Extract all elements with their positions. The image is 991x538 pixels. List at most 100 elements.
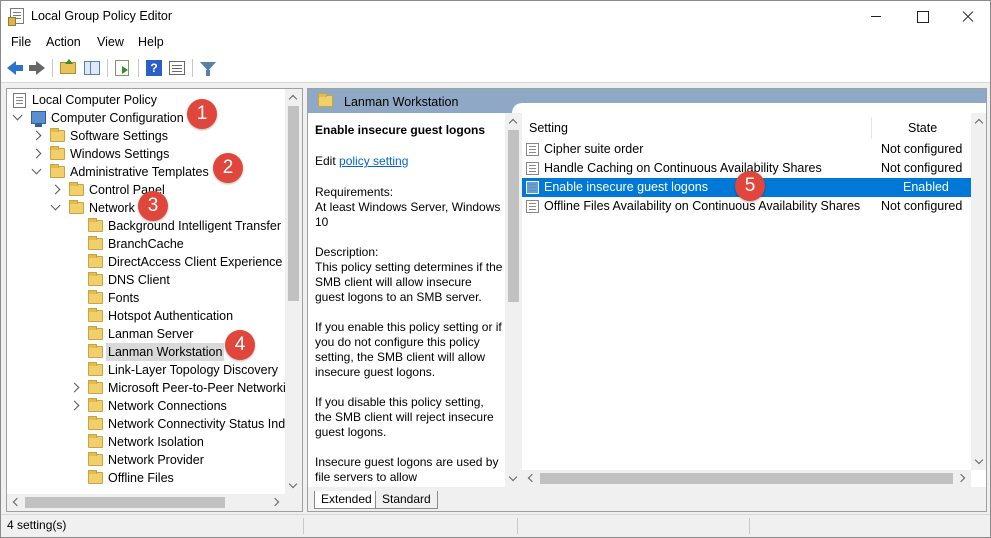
scroll-up-icon[interactable] — [505, 113, 522, 130]
forward-icon[interactable] — [28, 59, 46, 77]
scroll-down-icon[interactable] — [505, 470, 522, 487]
folder-icon — [88, 470, 103, 484]
folder-icon — [88, 218, 103, 232]
main-window: Local Group Policy Editor File Action Vi… — [0, 0, 991, 538]
menu-view[interactable]: View — [97, 35, 124, 49]
chevron-right-icon[interactable] — [69, 400, 80, 411]
show-hide-tree-icon[interactable] — [84, 61, 100, 75]
folder-icon — [88, 272, 103, 286]
tree-pane: Local Computer Policy Computer Configura… — [6, 88, 303, 512]
details-header-title: Lanman Workstation — [344, 95, 459, 109]
description-pane: Enable insecure guest logons Edit policy… — [308, 113, 504, 487]
up-folder-icon[interactable] — [60, 59, 76, 74]
title-bar: Local Group Policy Editor — [1, 1, 990, 32]
policy-setting-icon — [526, 143, 539, 156]
scroll-down-icon[interactable] — [285, 477, 302, 494]
folder-icon — [69, 182, 84, 196]
properties-icon[interactable] — [169, 61, 185, 75]
minimize-button[interactable] — [853, 1, 899, 31]
menu-help[interactable]: Help — [138, 35, 164, 49]
maximize-button[interactable] — [899, 1, 945, 31]
tree-scroll-thumb[interactable] — [288, 106, 299, 301]
policy-setting-icon — [526, 200, 539, 213]
folder-icon — [88, 308, 103, 322]
group-policy-app-icon — [8, 8, 24, 26]
folder-icon — [88, 254, 103, 268]
chevron-right-icon[interactable] — [69, 382, 80, 393]
folder-icon — [88, 452, 103, 466]
folder-icon — [50, 164, 65, 178]
view-tabs: Extended Standard — [308, 487, 986, 511]
scrollbar-corner — [285, 494, 302, 511]
status-text: 4 setting(s) — [7, 518, 67, 532]
status-divider — [517, 518, 518, 534]
policy-title: Enable insecure guest logons — [315, 123, 486, 137]
column-header-setting[interactable]: Setting — [529, 117, 568, 139]
callout-1: 1 — [187, 99, 217, 129]
description-scroll-thumb[interactable] — [508, 130, 519, 302]
folder-icon — [69, 200, 84, 214]
menu-file[interactable]: File — [11, 35, 31, 49]
scroll-right-icon[interactable] — [954, 470, 971, 487]
scroll-right-icon[interactable] — [268, 494, 285, 511]
folder-icon — [318, 93, 333, 107]
policy-setting-icon — [526, 162, 539, 175]
column-header-state[interactable]: State — [908, 117, 937, 139]
tree-vertical-scrollbar[interactable] — [285, 89, 302, 494]
computer-icon — [31, 111, 46, 127]
scroll-left-icon[interactable] — [7, 494, 24, 511]
scroll-up-icon[interactable] — [971, 113, 986, 130]
callout-5: 5 — [735, 171, 765, 201]
policy-setting-link[interactable]: policy setting — [339, 154, 408, 168]
folder-icon — [88, 326, 103, 340]
list-hscroll-thumb[interactable] — [540, 473, 953, 484]
description-scrollbar[interactable] — [505, 113, 522, 487]
folder-icon — [88, 290, 103, 304]
folder-icon — [88, 416, 103, 430]
tree-horizontal-scrollbar[interactable] — [7, 494, 285, 511]
filter-icon[interactable] — [200, 62, 216, 76]
close-button[interactable] — [945, 1, 991, 31]
status-divider — [749, 518, 750, 534]
status-divider — [303, 518, 304, 534]
folder-icon — [88, 398, 103, 412]
list-area-corner — [512, 103, 986, 113]
menu-action[interactable]: Action — [46, 35, 81, 49]
callout-3: 3 — [138, 191, 168, 221]
folder-icon — [88, 380, 103, 394]
chevron-down-icon[interactable] — [12, 110, 23, 121]
chevron-down-icon[interactable] — [31, 164, 42, 175]
toolbar-separator — [192, 59, 193, 77]
back-icon[interactable] — [6, 59, 24, 77]
tab-extended[interactable]: Extended — [314, 491, 379, 509]
folder-icon — [88, 362, 103, 376]
chevron-down-icon[interactable] — [50, 200, 61, 211]
tab-standard[interactable]: Standard — [375, 491, 438, 509]
folder-icon — [88, 236, 103, 250]
list-vertical-scrollbar[interactable] — [971, 113, 986, 470]
callout-2: 2 — [213, 153, 243, 183]
chevron-right-icon[interactable] — [31, 130, 42, 141]
folder-icon — [88, 434, 103, 448]
folder-icon — [50, 128, 65, 142]
policy-icon — [13, 93, 26, 108]
list-horizontal-scrollbar[interactable] — [522, 470, 971, 487]
toolbar-separator — [138, 59, 139, 77]
column-divider[interactable] — [871, 117, 872, 139]
edit-line: Edit policy setting — [315, 154, 408, 168]
details-header: Lanman Workstation — [308, 89, 986, 113]
folder-icon — [50, 146, 65, 160]
policy-setting-icon — [526, 181, 539, 194]
scroll-left-icon[interactable] — [522, 470, 539, 487]
help-icon[interactable]: ? — [146, 60, 162, 76]
setting-row-cipher-suite[interactable]: Cipher suite order Not configured — [522, 140, 986, 159]
folder-icon — [88, 344, 103, 358]
chevron-right-icon[interactable] — [31, 148, 42, 159]
details-pane: Lanman Workstation Enable insecure guest… — [307, 88, 987, 512]
scroll-up-icon[interactable] — [285, 89, 302, 106]
chevron-right-icon[interactable] — [50, 184, 61, 195]
toolbar-separator — [107, 59, 108, 77]
export-list-icon[interactable] — [115, 60, 129, 76]
scroll-down-icon[interactable] — [971, 453, 986, 470]
tree-hscroll-thumb[interactable] — [25, 497, 225, 508]
